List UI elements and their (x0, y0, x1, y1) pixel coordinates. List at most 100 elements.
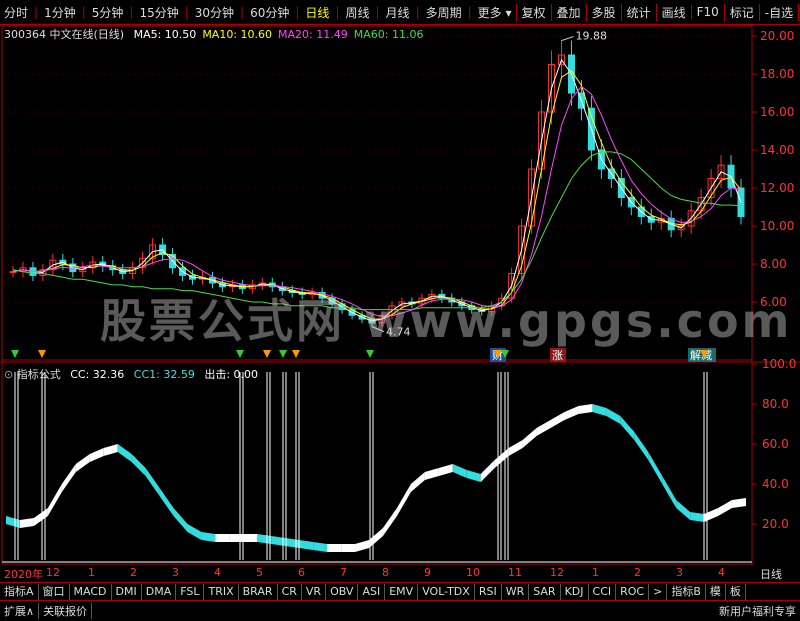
indicator-tab-21[interactable]: 指标B (667, 584, 706, 600)
period-tab-6[interactable]: 日线 (301, 4, 333, 21)
indicator-tab-7[interactable]: BRAR (239, 584, 278, 600)
period-separator: | (335, 5, 340, 19)
collapse-icon[interactable]: ⊙ (4, 368, 13, 381)
date-label-6: 5 (256, 566, 263, 579)
period-tab-4[interactable]: 30分钟 (191, 4, 238, 21)
ma-label-1: MA10: 10.60 (202, 28, 273, 41)
indicator-tab-14[interactable]: RSI (475, 584, 502, 600)
osc-band-segment (103, 444, 118, 456)
osc-tick-label-2: 60.0 (762, 437, 789, 451)
indicator-tab-3[interactable]: DMI (112, 584, 142, 600)
date-label-4: 3 (172, 566, 179, 579)
status-item-2[interactable]: 新用户福利专享 (715, 603, 800, 619)
period-tab-8[interactable]: 月线 (382, 4, 414, 21)
osc-band-segment (648, 452, 663, 484)
indicator-tab-12[interactable]: EMV (385, 584, 419, 600)
osc-band-segment (382, 508, 397, 536)
period-tab-7[interactable]: 周线 (341, 4, 373, 21)
indicator-tab-22[interactable]: 模 (706, 584, 726, 600)
signal-arrow-icon (38, 350, 46, 358)
ma-label-0: MA5: 10.50 (133, 28, 197, 41)
osc-band-segment (662, 476, 677, 508)
osc-band-segment (131, 454, 146, 476)
candle-body (9, 271, 17, 274)
indicator-tab-19[interactable]: ROC (616, 584, 650, 600)
osc-band-segment (47, 484, 62, 516)
osc-band-segment (187, 524, 202, 540)
period-tab-2[interactable]: 5分钟 (88, 4, 128, 21)
period-tab-3[interactable]: 15分钟 (135, 4, 182, 21)
osc-tick-label-1: 40.0 (762, 477, 789, 491)
period-tab-5[interactable]: 60分钟 (246, 4, 293, 21)
indicator-tab-1[interactable]: 窗口 (39, 584, 70, 600)
status-item-0[interactable]: 扩展∧ (0, 603, 40, 619)
osc-band-segment (732, 498, 746, 508)
stock-code: 300364 (4, 28, 46, 41)
osc-tick-label-0: 20.0 (762, 517, 789, 531)
price-tick-label-4: 14.00 (760, 143, 794, 157)
osc-band-segment (299, 540, 314, 550)
signal-arrow-icon (11, 350, 19, 358)
osc-tick-label-4: 100.0 (762, 357, 796, 371)
tool-button-5[interactable]: F10 (690, 5, 724, 19)
indicator-tab-20[interactable]: > (649, 584, 668, 600)
indicator-tab-8[interactable]: CR (278, 584, 302, 600)
tool-button-7[interactable]: -自选 (758, 3, 798, 21)
tool-button-6[interactable]: 标记 (723, 3, 759, 21)
price-tick-label-5: 16.00 (760, 105, 794, 119)
osc-band-segment (243, 534, 258, 542)
date-label-15: 2 (634, 566, 641, 579)
tool-button-1[interactable]: 叠加 (550, 3, 586, 21)
signal-arrow-icon (292, 350, 300, 358)
indicator-tab-11[interactable]: ASI (358, 584, 386, 600)
tool-button-0[interactable]: 复权 (515, 3, 551, 21)
price-tick-label-6: 18.00 (760, 67, 794, 81)
indicator-tab-9[interactable]: VR (302, 584, 327, 600)
osc-band-segment (33, 508, 48, 526)
date-label-9: 8 (382, 566, 389, 579)
osc-band-segment (480, 460, 495, 482)
period-tab-1[interactable]: 1分钟 (40, 4, 80, 21)
osc-band-segment (718, 500, 733, 516)
indicator-tab-16[interactable]: SAR (529, 584, 561, 600)
signal-arrow-icon (279, 350, 287, 358)
period-tab-9[interactable]: 多周期 (422, 4, 466, 21)
signal-arrow-icon (263, 350, 271, 358)
osc-band-segment (173, 508, 188, 532)
indicator-tab-13[interactable]: VOL-TDX (418, 584, 475, 600)
main-legend: 300364 中文在线(日线) MA5: 10.50 MA10: 10.60 MA2… (4, 26, 423, 42)
osc-band-segment (89, 448, 104, 462)
indicator-tab-18[interactable]: CCI (589, 584, 617, 600)
tool-button-2[interactable]: 多股 (585, 3, 621, 21)
tool-button-3[interactable]: 统计 (620, 3, 656, 21)
osc-band-segment (215, 534, 230, 542)
period-indicator[interactable]: 日线 (760, 566, 782, 582)
period-tab-0[interactable]: 分时 (0, 4, 32, 21)
osc-band-segment (229, 534, 244, 542)
indicator-tab-15[interactable]: WR (502, 584, 530, 600)
indicator-tab-2[interactable]: MACD (70, 584, 112, 600)
out-value: 出击: 0.00 (204, 368, 259, 381)
osc-band-segment (61, 464, 76, 492)
tool-button-4[interactable]: 画线 (655, 3, 691, 21)
osc-band-segment (522, 428, 537, 448)
indicator-tab-4[interactable]: DMA (142, 584, 177, 600)
price-tick-label-3: 12.00 (760, 181, 794, 195)
indicator-tab-0[interactable]: 指标A (0, 584, 39, 600)
status-item-1[interactable]: 关联报价 (39, 603, 93, 619)
indicator-tab-17[interactable]: KDJ (561, 584, 589, 600)
osc-band-segment (19, 518, 34, 528)
indicator-tab-23[interactable]: 板 (726, 584, 746, 600)
indicator-tab-6[interactable]: TRIX (204, 584, 239, 600)
date-label-10: 9 (424, 566, 431, 579)
osc-band-segment (159, 488, 174, 516)
indicator-tab-5[interactable]: FSL (176, 584, 205, 600)
period-tab-10[interactable]: 更多 ▾ (474, 4, 516, 21)
osc-band-segment (117, 444, 132, 462)
osc-band-segment (257, 534, 272, 544)
osc-band-segment (75, 454, 90, 472)
indicator-tab-10[interactable]: OBV (326, 584, 359, 600)
date-label-3: 2 (130, 566, 137, 579)
osc-band-segment (452, 464, 467, 478)
date-label-16: 3 (676, 566, 683, 579)
